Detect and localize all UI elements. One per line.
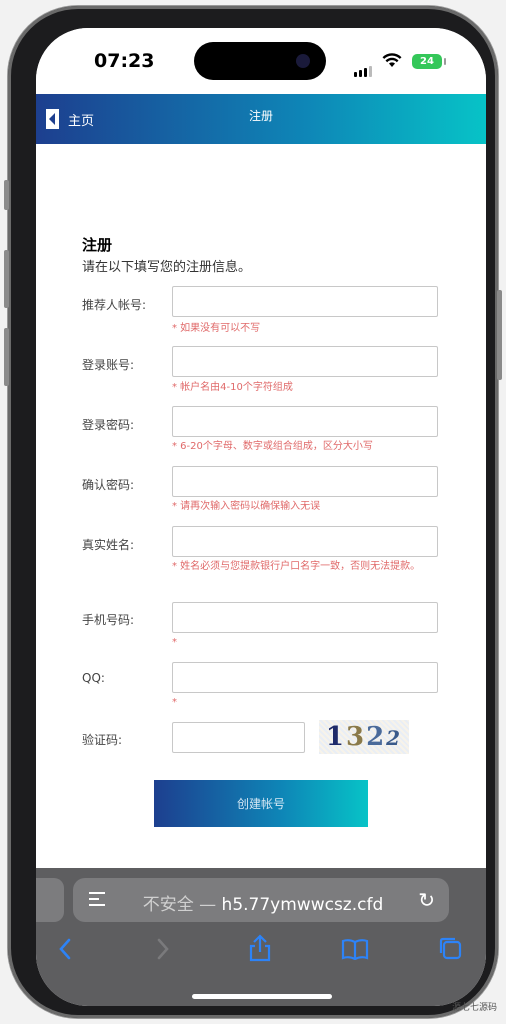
confirm-password-label: 确认密码: [82,478,135,492]
confirm-password-input[interactable] [172,466,438,497]
captcha-digit: 2 [386,726,403,750]
account-input[interactable] [172,346,438,377]
browser-toolbar [36,932,486,976]
back-arrow-icon[interactable] [58,938,72,960]
real-name-input[interactable] [172,526,438,557]
screen: 07:23 24 主页 注册 注册 请在以下填写您的注册信息。 推荐人帐号: *… [36,28,486,1006]
phone-label: 手机号码: [82,613,135,627]
url-domain: h5.77ymwwcsz.cfd [221,895,384,915]
form-subtitle: 请在以下填写您的注册信息。 [82,260,252,275]
home-indicator [192,994,332,999]
bookmarks-icon[interactable] [341,938,369,960]
qq-label: QQ: [82,671,105,685]
action-button [4,180,9,210]
safari-bottom-bar: 不安全 — h5.77ymwwcsz.cfd ↻ [36,868,486,1006]
captcha-input[interactable] [172,722,305,753]
phone-frame: 07:23 24 主页 注册 注册 请在以下填写您的注册信息。 推荐人帐号: *… [8,6,498,1018]
dynamic-island [194,42,326,80]
confirm-password-hint: * 请再次输入密码以确保输入无误 [172,501,321,512]
account-hint: * 帐户名由4-10个字符组成 [172,382,293,393]
share-icon[interactable] [248,934,272,962]
tabs-icon[interactable] [438,936,462,960]
qq-hint: * [172,697,177,708]
address-bar[interactable]: 不安全 — h5.77ymwwcsz.cfd ↻ [73,878,449,922]
volume-up-button [4,250,9,308]
status-time: 07:23 [94,50,155,72]
battery-icon: 24 [412,54,446,69]
page-menu-icon[interactable] [89,892,105,908]
form-title: 注册 [82,236,113,254]
url-text[interactable]: 不安全 — h5.77ymwwcsz.cfd [113,890,413,915]
captcha-image[interactable]: 1322 [319,720,409,754]
reload-icon[interactable]: ↻ [418,888,435,912]
create-account-button[interactable]: 创建帐号 [154,780,368,827]
password-hint: * 6-20个字母、数字或组合组成，区分大小写 [172,441,373,452]
page-title: 注册 [248,109,273,123]
account-label: 登录账号: [82,358,135,372]
signal-icon [354,58,374,77]
captcha-digit: 3 [345,722,367,752]
qq-input[interactable] [172,662,438,693]
captcha-digit: 2 [366,722,387,752]
phone-input[interactable] [172,602,438,633]
referrer-hint: * 如果没有可以不写 [172,323,261,334]
captcha-digit: 1 [325,722,346,752]
real-name-label: 真实姓名: [82,538,135,552]
forward-arrow-icon[interactable] [156,938,170,960]
status-bar: 07:23 24 [36,28,486,92]
insecure-label: 不安全 [142,895,194,915]
wifi-icon [382,53,402,67]
camera-icon [296,54,310,68]
url-separator: — [193,895,222,915]
password-input[interactable] [172,406,438,437]
watermark: 源七七源码 [452,1003,498,1013]
referrer-label: 推荐人帐号: [82,298,147,312]
captcha-label: 验证码: [82,733,123,747]
previous-tab[interactable] [36,878,64,922]
volume-down-button [4,328,9,386]
phone-hint: * [172,637,177,648]
app-header: 主页 注册 [36,94,486,144]
power-button [497,290,502,380]
password-label: 登录密码: [82,418,135,432]
referrer-input[interactable] [172,286,438,317]
real-name-hint: * 姓名必须与您提款银行户口名字一致，否则无法提款。 [172,561,421,572]
